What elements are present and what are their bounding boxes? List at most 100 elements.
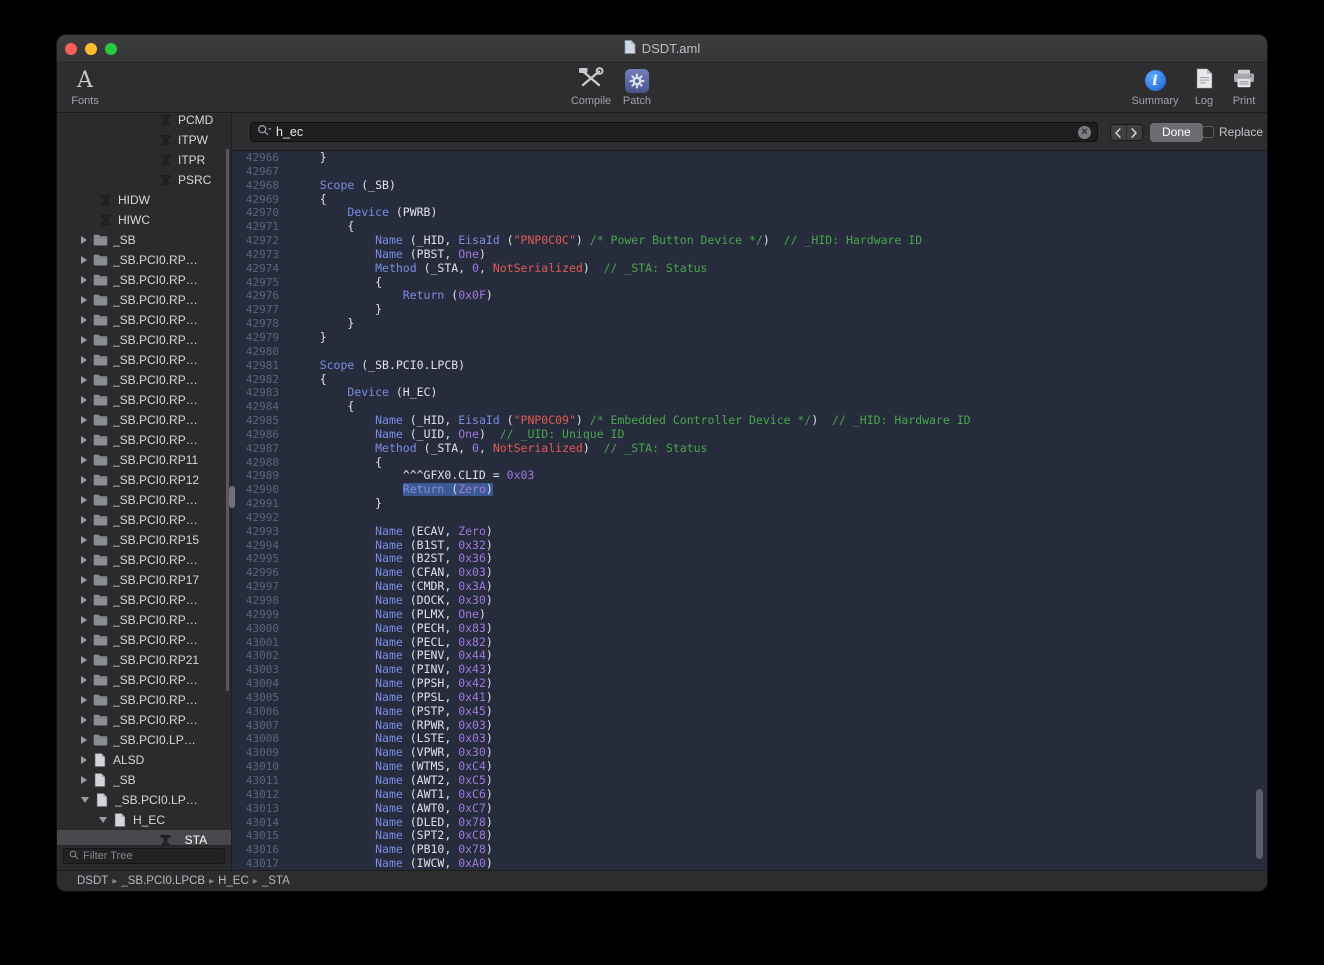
tree-item[interactable]: _SB.PCI0.RP… — [57, 390, 231, 410]
tree-item[interactable]: HIWC — [57, 210, 231, 230]
disclosure-triangle-icon[interactable] — [81, 636, 87, 644]
sidebar-scrollbar-thumb[interactable] — [226, 149, 229, 691]
line-number: 43008 — [232, 732, 292, 746]
tree-item[interactable]: _SB — [57, 770, 231, 790]
disclosure-triangle-icon[interactable] — [81, 596, 87, 604]
splitter-handle[interactable] — [229, 486, 235, 508]
filter-tree-input[interactable] — [83, 850, 219, 862]
tree-item[interactable]: _SB — [57, 230, 231, 250]
breadcrumb-item[interactable]: DSDT — [77, 875, 108, 887]
tree-item[interactable]: _SB.PCI0.RP… — [57, 290, 231, 310]
code-line: 43013 Name (AWT0, 0xC7) — [232, 802, 1267, 816]
disclosure-triangle-icon[interactable] — [81, 556, 87, 564]
tree-item[interactable]: _SB.PCI0.LP… — [57, 730, 231, 750]
filter-field[interactable] — [63, 848, 225, 864]
disclosure-triangle-icon[interactable] — [81, 656, 87, 664]
compile-button[interactable]: Compile — [565, 66, 617, 107]
tree-item[interactable]: ITPR — [57, 150, 231, 170]
disclosure-triangle-icon[interactable] — [81, 336, 87, 344]
close-button[interactable] — [65, 43, 77, 55]
patch-button[interactable]: Patch — [611, 66, 663, 107]
disclosure-triangle-icon[interactable] — [81, 676, 87, 684]
disclosure-triangle-icon[interactable] — [81, 456, 87, 464]
find-previous-button[interactable] — [1111, 125, 1127, 140]
tree-item[interactable]: _SB.PCI0.RP… — [57, 330, 231, 350]
tree-item[interactable]: _SB.PCI0.RP12 — [57, 470, 231, 490]
tree-item[interactable]: ITPW — [57, 130, 231, 150]
tree-item[interactable]: PSRC — [57, 170, 231, 190]
code-editor[interactable]: 42966 }4296742968 Scope (_SB)42969 {4297… — [232, 151, 1267, 870]
tree-item[interactable]: PCMD — [57, 110, 231, 130]
breadcrumb-item[interactable]: _SB.PCI0.LPCB — [121, 875, 205, 887]
breadcrumb-item[interactable]: _STA — [262, 875, 290, 887]
done-button[interactable]: Done — [1150, 123, 1203, 142]
tree-item[interactable]: _SB.PCI0.RP… — [57, 410, 231, 430]
tree-item[interactable]: _SB.PCI0.RP… — [57, 670, 231, 690]
disclosure-triangle-icon[interactable] — [81, 316, 87, 324]
disclosure-triangle-icon[interactable] — [81, 716, 87, 724]
disclosure-triangle-icon[interactable] — [81, 496, 87, 504]
disclosure-triangle-icon[interactable] — [81, 416, 87, 424]
breadcrumb-item[interactable]: H_EC — [218, 875, 249, 887]
tree-item[interactable]: _SB.PCI0.RP… — [57, 490, 231, 510]
tree-item[interactable]: HIDW — [57, 190, 231, 210]
disclosure-triangle-icon[interactable] — [81, 396, 87, 404]
disclosure-triangle-icon[interactable] — [99, 817, 107, 823]
minimize-button[interactable] — [85, 43, 97, 55]
tree-item[interactable]: _SB.PCI0.RP… — [57, 350, 231, 370]
disclosure-triangle-icon[interactable] — [81, 256, 87, 264]
log-button[interactable]: Log — [1184, 66, 1224, 107]
tree-item[interactable]: _SB.PCI0.LP… — [57, 790, 231, 810]
disclosure-triangle-icon[interactable] — [81, 756, 87, 764]
disclosure-triangle-icon[interactable] — [81, 616, 87, 624]
disclosure-triangle-icon[interactable] — [81, 736, 87, 744]
disclosure-triangle-icon[interactable] — [81, 436, 87, 444]
tree-item[interactable]: _SB.PCI0.RP… — [57, 510, 231, 530]
disclosure-triangle-icon[interactable] — [81, 276, 87, 284]
find-next-button[interactable] — [1127, 125, 1142, 140]
replace-checkbox[interactable] — [1202, 126, 1214, 138]
tree-item[interactable]: _SB.PCI0.RP… — [57, 590, 231, 610]
tree-item[interactable]: _SB.PCI0.RP17 — [57, 570, 231, 590]
search-scope-icon[interactable] — [257, 123, 272, 141]
tree-item[interactable]: _SB.PCI0.RP… — [57, 430, 231, 450]
disclosure-triangle-icon[interactable] — [81, 476, 87, 484]
tree-item[interactable]: _SB.PCI0.RP… — [57, 250, 231, 270]
find-field[interactable]: × — [250, 122, 1098, 142]
zoom-button[interactable] — [105, 43, 117, 55]
tree-item[interactable]: _SB.PCI0.RP… — [57, 610, 231, 630]
disclosure-triangle-icon[interactable] — [81, 576, 87, 584]
tree-item[interactable]: ALSD — [57, 750, 231, 770]
clear-search-icon[interactable]: × — [1078, 126, 1091, 139]
disclosure-triangle-icon[interactable] — [81, 376, 87, 384]
tree-item-label: _SB.PCI0.RP12 — [113, 473, 199, 487]
tree-item[interactable]: _SB.PCI0.RP11 — [57, 450, 231, 470]
tree-item[interactable]: H_EC — [57, 810, 231, 830]
disclosure-triangle-icon[interactable] — [81, 776, 87, 784]
disclosure-triangle-icon[interactable] — [81, 296, 87, 304]
summary-button[interactable]: i Summary — [1132, 66, 1178, 107]
tree-item[interactable]: _SB.PCI0.RP… — [57, 270, 231, 290]
tree-item[interactable]: _SB.PCI0.RP… — [57, 370, 231, 390]
tree-item[interactable]: _SB.PCI0.RP… — [57, 630, 231, 650]
code-line: 42993 Name (ECAV, Zero) — [232, 525, 1267, 539]
tree-item[interactable]: _SB.PCI0.RP… — [57, 550, 231, 570]
disclosure-triangle-icon[interactable] — [81, 356, 87, 364]
tree-item[interactable]: _SB.PCI0.RP… — [57, 710, 231, 730]
titlebar[interactable]: DSDT.aml — [57, 35, 1267, 63]
disclosure-triangle-icon[interactable] — [81, 696, 87, 704]
tree-item-label: _SB.PCI0.RP15 — [113, 533, 199, 547]
tree-item[interactable]: _SB.PCI0.RP15 — [57, 530, 231, 550]
tree-item[interactable]: _STA — [57, 830, 231, 845]
tree-item[interactable]: _SB.PCI0.RP… — [57, 690, 231, 710]
find-input[interactable] — [272, 125, 1078, 139]
fonts-button[interactable]: A Fonts — [59, 66, 111, 107]
disclosure-triangle-icon[interactable] — [81, 516, 87, 524]
print-button[interactable]: Print — [1224, 66, 1264, 107]
disclosure-triangle-icon[interactable] — [81, 236, 87, 244]
tree-item[interactable]: _SB.PCI0.RP… — [57, 310, 231, 330]
disclosure-triangle-icon[interactable] — [81, 797, 89, 803]
disclosure-triangle-icon[interactable] — [81, 536, 87, 544]
tree-item[interactable]: _SB.PCI0.RP21 — [57, 650, 231, 670]
editor-scrollbar-thumb[interactable] — [1256, 789, 1263, 859]
